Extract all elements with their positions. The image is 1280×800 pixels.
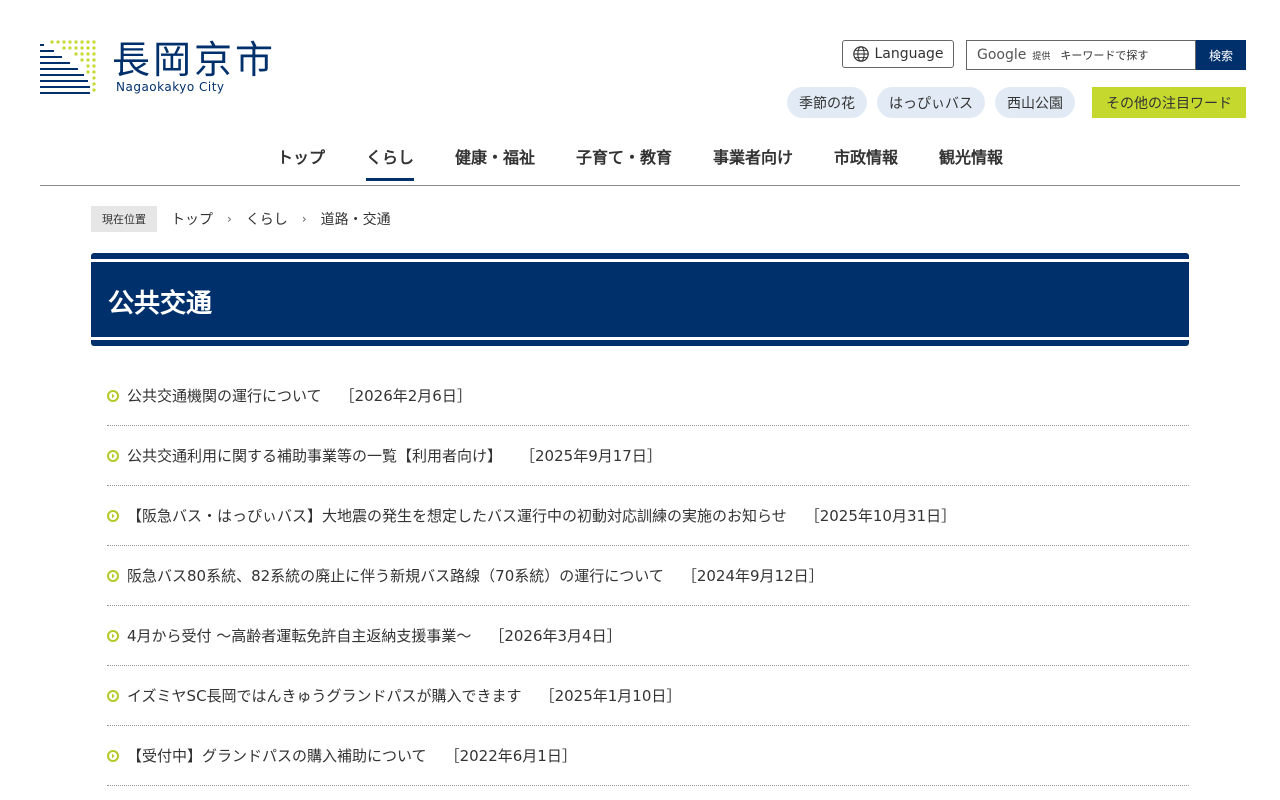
nav-item-childcare-education[interactable]: 子育て・教育 <box>576 140 672 180</box>
article-date: ［2025年1月10日］ <box>539 687 682 705</box>
article-title[interactable]: イズミヤSC長岡ではんきゅうグランドパスが購入できます <box>127 685 522 706</box>
article-date: ［2026年2月6日］ <box>339 387 472 405</box>
more-tags-button[interactable]: その他の注目ワード <box>1092 87 1246 118</box>
article-title[interactable]: 公共交通機関の運行について <box>127 385 322 406</box>
arrow-circle-icon <box>107 749 119 762</box>
breadcrumb-separator: › <box>301 212 307 226</box>
article-date: ［2026年3月4日］ <box>489 627 622 645</box>
arrow-circle-icon <box>107 509 119 522</box>
nav-item-health-welfare[interactable]: 健康・福祉 <box>455 140 535 180</box>
arrow-circle-icon <box>107 629 119 642</box>
globe-icon <box>853 46 870 62</box>
language-label: Language <box>874 46 944 62</box>
list-item[interactable]: 公共交通利用に関する補助事業等の一覧【利用者向け】 ［2025年9月17日］ <box>107 426 1189 486</box>
nav-item-living[interactable]: くらし <box>365 140 414 181</box>
search-placeholder: キーワードで探す <box>1060 49 1149 62</box>
list-item[interactable]: 【受付中】グランドパスの購入補助について ［2022年6月1日］ <box>107 726 1189 786</box>
search-button[interactable]: 検索 <box>1196 40 1246 70</box>
article-date: ［2025年10月31日］ <box>804 507 957 525</box>
tag-nishiyama-park[interactable]: 西山公園 <box>995 87 1075 118</box>
list-item[interactable]: イズミヤSC長岡ではんきゅうグランドパスが購入できます ［2025年1月10日］ <box>107 666 1189 726</box>
tag-happy-bus[interactable]: はっぴぃバス <box>877 87 985 118</box>
breadcrumb-item-top[interactable]: トップ <box>171 209 213 229</box>
logo-title: 長岡京市 <box>112 38 277 82</box>
article-title[interactable]: 公共交通利用に関する補助事業等の一覧【利用者向け】 <box>127 445 502 466</box>
search-provided-label: 提供 <box>1032 51 1051 62</box>
article-title[interactable]: 【受付中】グランドパスの購入補助について <box>127 745 427 766</box>
global-nav: トップ くらし 健康・福祉 子育て・教育 事業者向け 市政情報 観光情報 <box>0 140 1280 186</box>
breadcrumb-item-living[interactable]: くらし <box>246 209 288 229</box>
search-brand: Google <box>977 47 1027 63</box>
article-title[interactable]: 4月から受付 ～高齢者運転免許自主返納支援事業～ <box>127 625 471 646</box>
nav-item-business[interactable]: 事業者向け <box>713 140 793 180</box>
breadcrumb-item-roads[interactable]: 道路・交通 <box>321 209 391 229</box>
article-date: ［2024年9月12日］ <box>681 567 824 585</box>
arrow-circle-icon <box>107 689 119 702</box>
nav-item-top[interactable]: トップ <box>277 140 325 180</box>
site-logo[interactable]: 長岡京市 Nagaokakyo City <box>40 38 280 98</box>
article-title[interactable]: 阪急バス80系統、82系統の廃止に伴う新規バス路線（70系統）の運行について <box>127 565 664 586</box>
page-title-banner: 公共交通 <box>91 253 1189 346</box>
language-button[interactable]: Language <box>842 40 954 68</box>
page-title: 公共交通 <box>108 289 213 319</box>
list-item[interactable]: 公共交通機関の運行について ［2026年2月6日］ <box>107 366 1189 426</box>
breadcrumb: 現在位置 トップ › くらし › 道路・交通 <box>91 206 391 232</box>
featured-tags: 季節の花 はっぴぃバス 西山公園 <box>787 87 1075 118</box>
list-item[interactable]: 阪急バス80系統、82系統の廃止に伴う新規バス路線（70系統）の運行について ［… <box>107 546 1189 606</box>
list-item[interactable]: 【阪急バス・はっぴぃバス】大地震の発生を想定したバス運行中の初動対応訓練の実施の… <box>107 486 1189 546</box>
city-logo-icon <box>40 40 96 94</box>
arrow-circle-icon <box>107 449 119 462</box>
article-date: ［2025年9月17日］ <box>520 447 662 465</box>
article-title[interactable]: 【阪急バス・はっぴぃバス】大地震の発生を想定したバス運行中の初動対応訓練の実施の… <box>127 505 787 526</box>
breadcrumb-here-label: 現在位置 <box>91 206 157 232</box>
search-input[interactable]: Google 提供 キーワードで探す <box>966 40 1196 70</box>
nav-item-tourism[interactable]: 観光情報 <box>939 140 1003 180</box>
list-item[interactable]: 4月から受付 ～高齢者運転免許自主返納支援事業～ ［2026年3月4日］ <box>107 606 1189 666</box>
article-date: ［2022年6月1日］ <box>444 747 577 765</box>
breadcrumb-separator: › <box>227 212 232 226</box>
logo-subtitle: Nagaokakyo City <box>116 80 225 94</box>
nav-item-city-info[interactable]: 市政情報 <box>834 140 898 180</box>
tag-seasonal-flowers[interactable]: 季節の花 <box>787 87 867 118</box>
article-list: 公共交通機関の運行について ［2026年2月6日］ 公共交通利用に関する補助事業… <box>107 366 1189 786</box>
arrow-circle-icon <box>107 389 119 402</box>
nav-divider <box>40 185 1240 186</box>
arrow-circle-icon <box>107 569 119 582</box>
